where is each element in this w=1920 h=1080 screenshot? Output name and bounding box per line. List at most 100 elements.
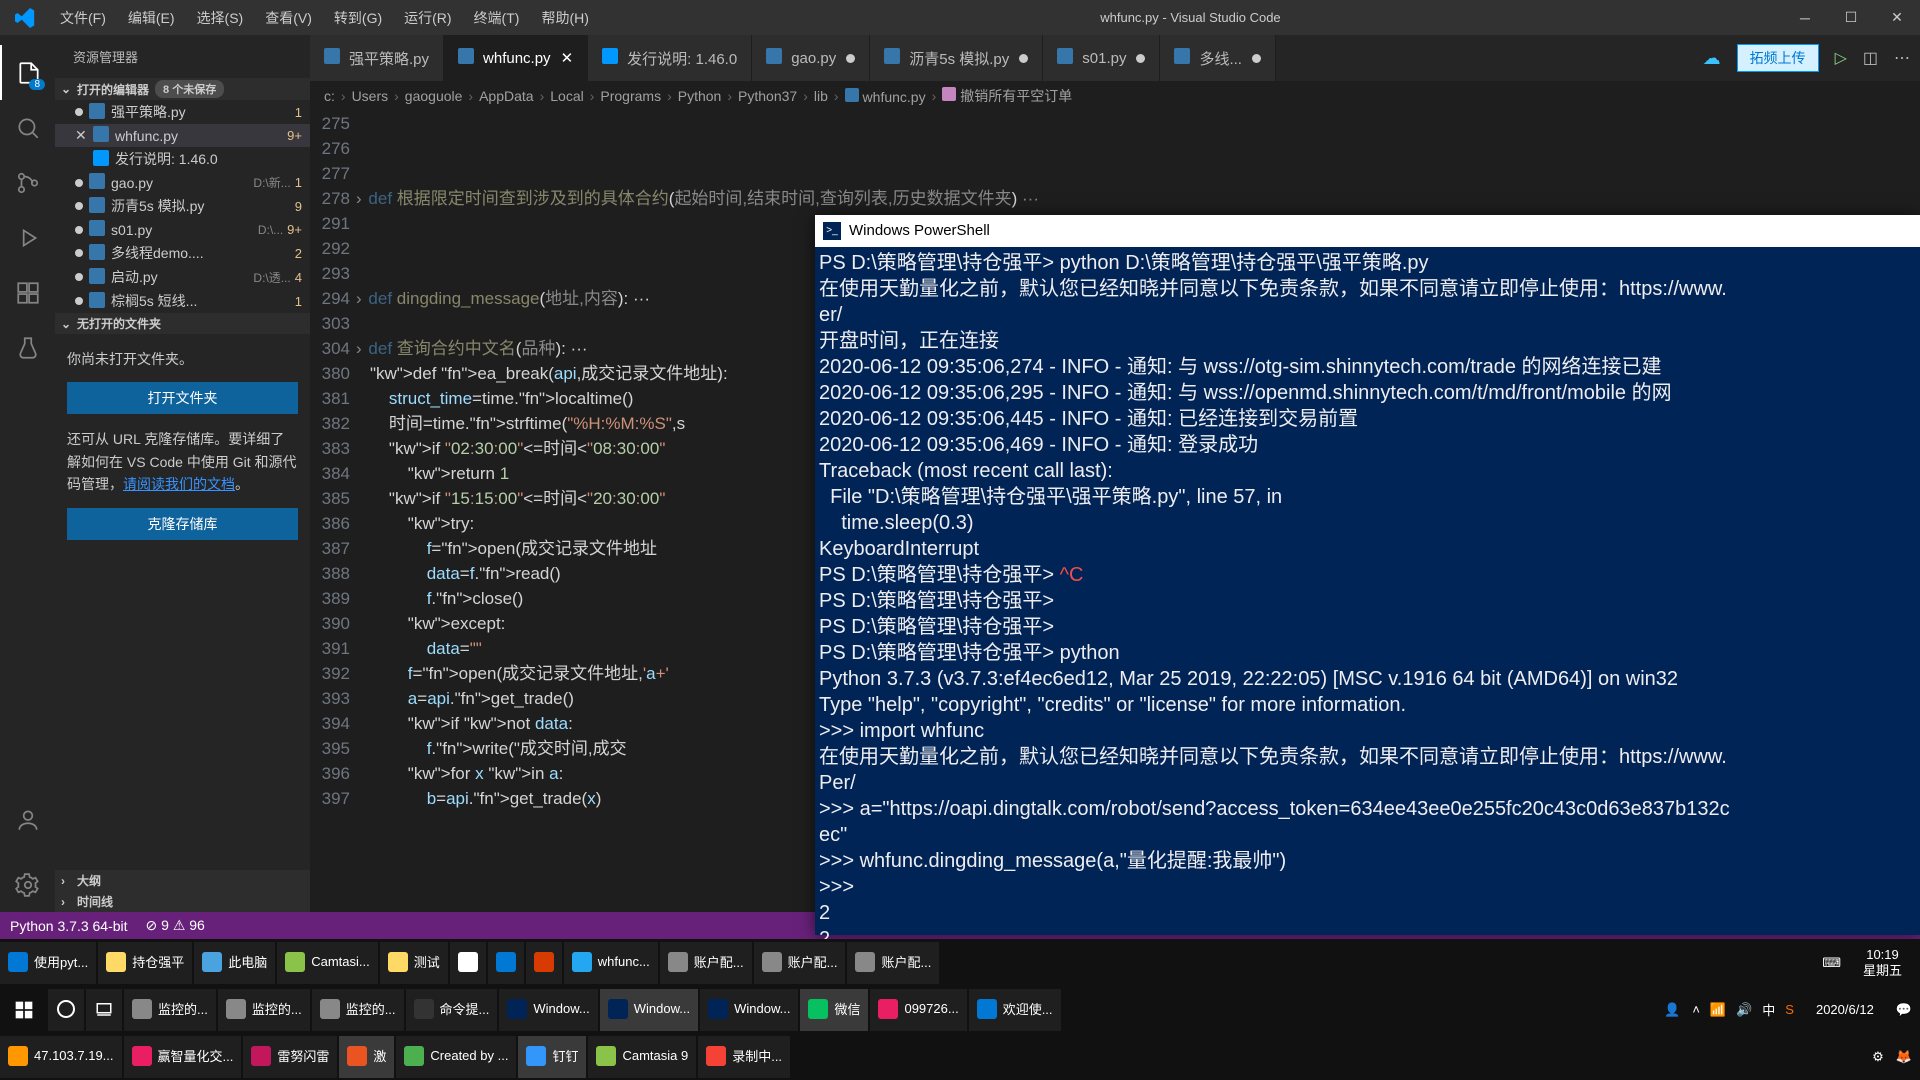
powershell-window[interactable]: >_ Windows PowerShell PS D:\策略管理\持仓强平> p… (815, 215, 1920, 935)
open-editor-item[interactable]: ✕whfunc.py9+ (55, 124, 310, 147)
breadcrumb-item[interactable]: 撤销所有平空订单 (942, 86, 1072, 106)
test-icon[interactable] (0, 320, 55, 375)
keyboard-tray-icon[interactable]: ⌨ (1822, 955, 1841, 971)
close-button[interactable]: ✕ (1874, 0, 1920, 35)
maximize-button[interactable]: ☐ (1828, 0, 1874, 35)
close-icon[interactable]: ✕ (561, 49, 574, 67)
outline-header[interactable]: ›大纲 (55, 870, 310, 891)
start-button[interactable] (0, 986, 48, 1033)
python-version[interactable]: Python 3.7.3 64-bit (10, 918, 128, 934)
taskbar-item[interactable]: 监控的... (218, 989, 310, 1031)
run-icon[interactable]: ▷ (1835, 48, 1847, 68)
menu-item[interactable]: 选择(S) (187, 4, 254, 32)
taskbar-item[interactable]: 命令提... (406, 989, 498, 1031)
taskbar-item[interactable]: whfunc... (564, 942, 658, 984)
more-icon[interactable]: ⋯ (1894, 48, 1910, 68)
timeline-header[interactable]: ›时间线 (55, 891, 310, 912)
explorer-icon[interactable]: 8 (0, 45, 55, 100)
taskbar-item[interactable]: 雷努闪雷 (243, 1036, 337, 1078)
taskbar-item[interactable]: 钉钉 (518, 1036, 586, 1078)
taskbar-item[interactable]: 监控的... (312, 989, 404, 1031)
menu-item[interactable]: 查看(V) (255, 4, 322, 32)
taskbar-item[interactable]: 录制中... (698, 1036, 790, 1078)
tray-up-icon[interactable]: ˄ (1692, 1002, 1700, 1017)
wifi-icon[interactable]: 📶 (1710, 1002, 1726, 1018)
taskbar-item[interactable]: Created by ... (396, 1036, 516, 1078)
breadcrumb-item[interactable]: AppData (479, 88, 533, 104)
upload-button[interactable]: 拓频上传 (1737, 44, 1819, 72)
breadcrumb-item[interactable]: lib (814, 88, 828, 104)
source-control-icon[interactable] (0, 155, 55, 210)
open-editors-header[interactable]: ⌄ 打开的编辑器 8 个未保存 (55, 78, 310, 100)
problems-count[interactable]: ⊘ 9 ⚠ 96 (146, 917, 205, 934)
open-editor-item[interactable]: gao.pyD:\新...1 (55, 171, 310, 194)
editor-tab[interactable]: gao.py (752, 35, 870, 81)
taskbar-item[interactable]: Window... (700, 989, 798, 1031)
editor-tab[interactable]: 多线... (1160, 35, 1276, 81)
docs-link[interactable]: 请阅读我们的文档 (123, 476, 235, 492)
cortana-button[interactable] (48, 989, 84, 1031)
close-icon[interactable]: ✕ (75, 127, 89, 144)
editor-tab[interactable]: 沥青5s 模拟.py (870, 35, 1043, 81)
open-editor-item[interactable]: 沥青5s 模拟.py9 (55, 194, 310, 218)
taskbar-item[interactable]: 47.103.7.19... (0, 1036, 122, 1078)
open-editor-item[interactable]: 棕榈5s 短线...1 (55, 289, 310, 313)
run-debug-icon[interactable] (0, 210, 55, 265)
editor-tab[interactable]: 强平策略.py (310, 35, 444, 81)
taskbar-item[interactable]: Window... (499, 989, 597, 1031)
clock-date[interactable]: 2020/6/12 (1806, 1002, 1884, 1018)
open-editor-item[interactable]: 强平策略.py1 (55, 100, 310, 124)
taskbar-item[interactable]: Camtasi... (277, 942, 378, 984)
split-editor-icon[interactable]: ◫ (1863, 48, 1878, 68)
clock[interactable]: 10:19 星期五 (1853, 947, 1912, 978)
taskbar-item[interactable]: 使用pyt... (0, 942, 96, 984)
open-editor-item[interactable]: 多线程demo....2 (55, 241, 310, 265)
ime-icon[interactable]: 中 (1762, 1000, 1775, 1019)
menu-item[interactable]: 文件(F) (50, 4, 116, 32)
menu-item[interactable]: 运行(R) (394, 4, 461, 32)
taskbar-item[interactable]: 测试 (380, 942, 448, 984)
taskbar-item[interactable]: Window... (600, 989, 698, 1031)
taskbar-item[interactable] (488, 942, 524, 984)
volume-icon[interactable]: 🔊 (1736, 1002, 1752, 1018)
accounts-icon[interactable] (0, 792, 55, 847)
breadcrumb-item[interactable]: Python (678, 88, 722, 104)
menu-item[interactable]: 编辑(E) (118, 4, 185, 32)
open-folder-button[interactable]: 打开文件夹 (67, 382, 298, 414)
taskbar-item[interactable] (526, 942, 562, 984)
minimize-button[interactable]: ─ (1782, 0, 1828, 35)
taskbar-item[interactable]: 激 (339, 1036, 394, 1078)
taskbar-item[interactable]: 持仓强平 (98, 942, 192, 984)
taskbar-item[interactable]: Camtasia 9 (588, 1036, 696, 1078)
breadcrumb-item[interactable]: whfunc.py (845, 88, 926, 105)
settings-icon[interactable] (0, 857, 55, 912)
breadcrumb-item[interactable]: Programs (600, 88, 661, 104)
taskbar-item[interactable]: 账户配... (660, 942, 752, 984)
open-editor-item[interactable]: s01.pyD:\...9+ (55, 218, 310, 241)
breadcrumb[interactable]: c:›Users›gaoguole›AppData›Local›Programs… (310, 81, 1920, 111)
menu-item[interactable]: 转到(G) (324, 4, 392, 32)
extensions-icon[interactable] (0, 265, 55, 320)
breadcrumb-item[interactable]: Python37 (738, 88, 797, 104)
open-editor-item[interactable]: 启动.pyD:\透...4 (55, 265, 310, 289)
tray-app-icon[interactable]: 🦊 (1896, 1049, 1912, 1065)
no-folder-header[interactable]: ⌄ 无打开的文件夹 (55, 313, 310, 334)
taskbar-item[interactable]: 欢迎使... (969, 989, 1061, 1031)
open-editor-item[interactable]: 发行说明: 1.46.0 (55, 147, 310, 171)
menu-item[interactable]: 终端(T) (464, 4, 530, 32)
taskbar-item[interactable]: 微信 (800, 989, 868, 1031)
breadcrumb-item[interactable]: gaoguole (405, 88, 463, 104)
people-tray-icon[interactable]: 👤 (1664, 1002, 1680, 1018)
sogou-icon[interactable]: S (1785, 1002, 1794, 1017)
powershell-titlebar[interactable]: >_ Windows PowerShell (815, 215, 1920, 247)
powershell-output[interactable]: PS D:\策略管理\持仓强平> python D:\策略管理\持仓强平\强平策… (815, 247, 1920, 981)
taskbar-item[interactable]: 赢智量化交... (124, 1036, 242, 1078)
search-icon[interactable] (0, 100, 55, 155)
breadcrumb-item[interactable]: Users (352, 88, 389, 104)
tray-app-icon[interactable]: ⚙ (1872, 1049, 1884, 1065)
editor-tab[interactable]: s01.py (1043, 35, 1160, 81)
menu-item[interactable]: 帮助(H) (531, 4, 598, 32)
task-view-button[interactable] (86, 989, 122, 1031)
notifications-icon[interactable]: 💬 (1896, 1002, 1912, 1018)
taskbar-item[interactable] (450, 942, 486, 984)
